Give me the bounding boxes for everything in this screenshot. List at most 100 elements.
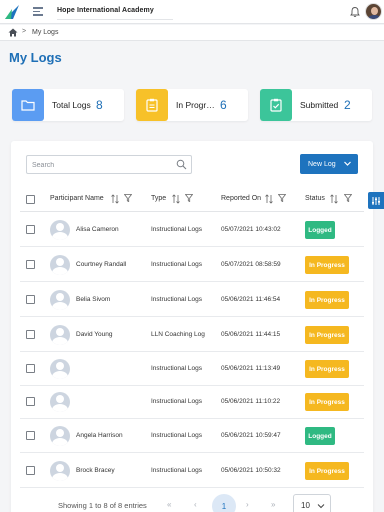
- chevron-down-icon: [317, 504, 325, 509]
- search-box[interactable]: [26, 155, 192, 174]
- log-type: Instructional Logs: [151, 226, 202, 233]
- app-title: Hope International Academy: [57, 7, 154, 14]
- log-type: Instructional Logs: [151, 398, 202, 405]
- sort-icon[interactable]: [265, 194, 273, 204]
- participant-name[interactable]: Brock Bracey: [76, 467, 115, 474]
- filter-icon[interactable]: [344, 194, 352, 202]
- search-icon[interactable]: [176, 159, 187, 170]
- status-badge: In Progress: [305, 462, 349, 480]
- reported-on: 05/06/2021 10:59:47: [221, 432, 281, 439]
- new-log-button[interactable]: New Log: [300, 154, 358, 174]
- top-bar: Hope International Academy: [0, 0, 384, 24]
- participant-name[interactable]: David Young: [76, 331, 113, 338]
- status-badge: In Progress: [305, 326, 349, 344]
- participant-name[interactable]: Alisa Cameron: [76, 226, 119, 233]
- reported-on: 05/06/2021 11:10:22: [221, 398, 281, 405]
- reported-on: 05/06/2021 11:13:49: [221, 365, 281, 372]
- column-header-type[interactable]: Type: [151, 195, 166, 202]
- column-header-participant[interactable]: Participant Name: [50, 195, 104, 202]
- log-type: LLN Coaching Log: [151, 331, 205, 338]
- first-page-button[interactable]: «: [167, 500, 171, 509]
- sort-icon[interactable]: [111, 194, 119, 204]
- filter-icon[interactable]: [278, 194, 286, 202]
- page-1-button[interactable]: 1: [212, 494, 236, 512]
- hamburger-menu-icon[interactable]: [33, 7, 43, 16]
- filter-icon[interactable]: [185, 194, 193, 202]
- reported-on: 05/06/2021 10:50:32: [221, 467, 281, 474]
- card-label: Total Logs: [52, 100, 91, 110]
- breadcrumb-separator: >: [22, 28, 27, 35]
- card-submitted[interactable]: Submitted 2: [260, 89, 372, 121]
- page-title: My Logs: [9, 50, 62, 65]
- reported-on: 05/07/2021 10:43:02: [221, 226, 281, 233]
- status-badge: In Progress: [305, 393, 349, 411]
- academy-logo[interactable]: [3, 3, 21, 21]
- row-checkbox[interactable]: [26, 364, 35, 373]
- reported-on: 05/06/2021 11:46:54: [221, 296, 281, 303]
- clipboard-icon: [136, 89, 168, 121]
- row-checkbox[interactable]: [26, 466, 35, 475]
- prev-page-button[interactable]: ‹: [194, 500, 197, 509]
- entries-summary: Showing 1 to 8 of 8 entries: [58, 501, 147, 510]
- table-row[interactable]: Alisa Cameron Instructional Logs 05/07/2…: [20, 213, 364, 247]
- row-checkbox[interactable]: [26, 431, 35, 440]
- participant-avatar-icon: [50, 325, 70, 345]
- participant-avatar-icon: [50, 359, 70, 379]
- participant-name[interactable]: Courtney Randall: [76, 261, 126, 268]
- breadcrumb-current: My Logs: [32, 29, 59, 36]
- table-row[interactable]: Brock Bracey Instructional Logs 05/06/20…: [20, 454, 364, 488]
- participant-avatar-icon: [50, 461, 70, 481]
- title-divider: [57, 19, 173, 20]
- card-label: In Progress: [176, 100, 216, 110]
- table-row[interactable]: Angela Harrison Instructional Logs 05/06…: [20, 419, 364, 453]
- card-total-logs[interactable]: Total Logs 8: [12, 89, 124, 121]
- breadcrumb: > My Logs: [0, 25, 384, 41]
- bell-icon[interactable]: [349, 6, 361, 18]
- card-value: 2: [344, 98, 351, 112]
- participant-name[interactable]: Belia Sivom: [76, 296, 110, 303]
- status-badge: In Progress: [305, 360, 349, 378]
- log-type: Instructional Logs: [151, 467, 202, 474]
- page-size-select[interactable]: 10: [293, 494, 331, 512]
- row-checkbox[interactable]: [26, 397, 35, 406]
- user-avatar[interactable]: [365, 3, 382, 20]
- column-header-reported-on[interactable]: Reported On: [221, 195, 261, 202]
- table-row[interactable]: Instructional Logs 05/06/2021 11:13:49 I…: [20, 352, 364, 386]
- log-type: Instructional Logs: [151, 261, 202, 268]
- new-log-label: New Log: [308, 160, 336, 168]
- card-value: 6: [220, 98, 227, 112]
- column-header-status[interactable]: Status: [305, 195, 325, 202]
- row-checkbox[interactable]: [26, 260, 35, 269]
- table-row[interactable]: David Young LLN Coaching Log 05/06/2021 …: [20, 318, 364, 352]
- participant-avatar-icon: [50, 220, 70, 240]
- participant-name[interactable]: Angela Harrison: [76, 432, 123, 439]
- chevron-down-icon: [344, 161, 351, 166]
- sort-icon[interactable]: [172, 194, 180, 204]
- page-size-value: 10: [301, 501, 310, 510]
- reported-on: 05/07/2021 08:58:59: [221, 261, 281, 268]
- column-settings-button[interactable]: [368, 192, 384, 209]
- table-row[interactable]: Belia Sivom Instructional Logs 05/06/202…: [20, 283, 364, 317]
- home-icon[interactable]: [8, 28, 18, 37]
- participant-avatar-icon: [50, 255, 70, 275]
- card-in-progress[interactable]: In Progress 6: [136, 89, 248, 121]
- row-checkbox[interactable]: [26, 330, 35, 339]
- sort-icon[interactable]: [330, 194, 338, 204]
- select-all-checkbox[interactable]: [26, 195, 35, 204]
- card-value: 8: [96, 98, 103, 112]
- search-input[interactable]: [32, 159, 172, 171]
- filter-icon[interactable]: [124, 194, 132, 202]
- folder-icon: [12, 89, 44, 121]
- status-badge: In Progress: [305, 256, 349, 274]
- status-badge: Logged: [305, 221, 335, 239]
- row-checkbox[interactable]: [26, 225, 35, 234]
- table-row[interactable]: Instructional Logs 05/06/2021 11:10:22 I…: [20, 385, 364, 419]
- table-header: Participant Name Type Reported On Status: [20, 186, 364, 212]
- table-row[interactable]: Courtney Randall Instructional Logs 05/0…: [20, 248, 364, 282]
- participant-avatar-icon: [50, 426, 70, 446]
- next-page-button[interactable]: ›: [246, 500, 249, 509]
- clipboard-check-icon: [260, 89, 292, 121]
- last-page-button[interactable]: »: [271, 500, 275, 509]
- row-checkbox[interactable]: [26, 295, 35, 304]
- log-type: Instructional Logs: [151, 365, 202, 372]
